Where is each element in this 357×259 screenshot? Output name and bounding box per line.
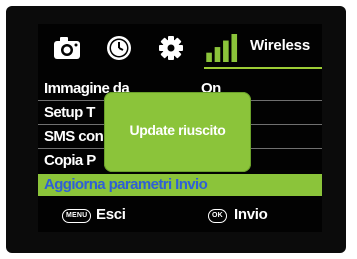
- update-success-dialog: Update riuscito: [104, 92, 251, 172]
- menu-key-icon: MENU: [62, 209, 92, 223]
- gear-icon[interactable]: [156, 34, 186, 62]
- camera-icon[interactable]: [52, 34, 82, 62]
- camera-screen: Wireless Immagine da On Setup T SMS con …: [38, 24, 322, 232]
- dialog-message: Update riuscito: [129, 122, 226, 138]
- exit-label[interactable]: Esci: [96, 206, 126, 223]
- ok-key-icon: OK: [208, 209, 227, 223]
- tab-bar: Wireless: [38, 24, 322, 70]
- footer-bar: MENU Esci OK Invio: [38, 200, 322, 232]
- menu-item-label: SMS con: [44, 128, 104, 145]
- menu-item-label: Copia P: [44, 152, 96, 169]
- tab-wireless-label[interactable]: Wireless: [250, 37, 310, 54]
- menu-item-label: Aggiorna parametri Invio: [44, 176, 208, 193]
- enter-label[interactable]: Invio: [234, 206, 268, 223]
- menu-item-aggiorna[interactable]: Aggiorna parametri Invio: [38, 174, 322, 196]
- menu-item-label: Setup T: [44, 104, 95, 121]
- signal-bars-icon[interactable]: [204, 34, 244, 62]
- clock-icon[interactable]: [104, 34, 134, 62]
- active-tab-indicator: [204, 67, 322, 69]
